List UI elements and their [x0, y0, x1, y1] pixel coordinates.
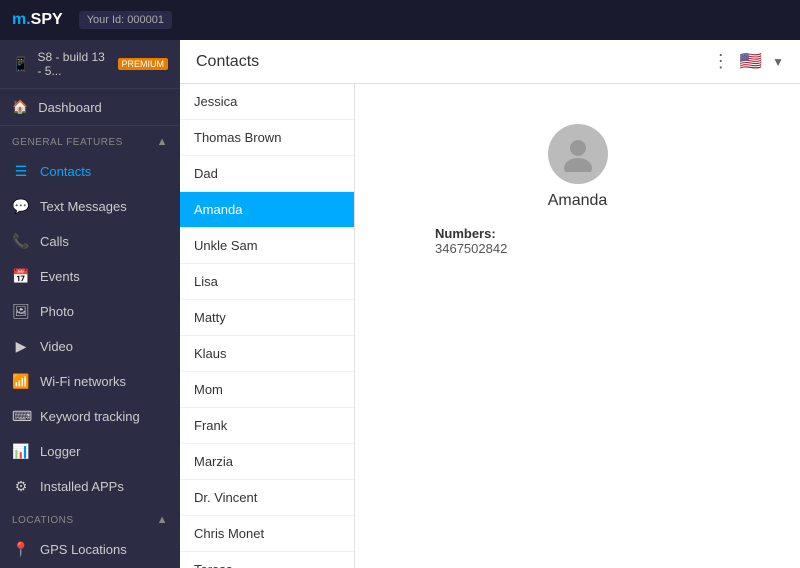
- contact-item[interactable]: Thomas Brown: [180, 120, 354, 156]
- locations-label: LOCATIONS: [12, 515, 74, 526]
- events-icon: 📅: [12, 268, 30, 285]
- contact-item[interactable]: Lisa: [180, 264, 354, 300]
- contacts-list: Jessica Thomas Brown Dad Amanda Unkle Sa…: [180, 84, 355, 568]
- content-area: Contacts ⋮ 🇺🇸 ▼ Jessica Thomas Brown Dad…: [180, 40, 800, 568]
- contact-item[interactable]: Dr. Vincent: [180, 480, 354, 516]
- contact-item[interactable]: Frank: [180, 408, 354, 444]
- device-icon: 📱: [12, 56, 29, 73]
- locations-header: LOCATIONS ▲: [0, 504, 180, 532]
- sidebar-item-events[interactable]: 📅 Events: [0, 259, 180, 294]
- sidebar-item-wifi[interactable]: 📶 Wi-Fi networks: [0, 364, 180, 399]
- calls-label: Calls: [40, 234, 69, 249]
- logger-label: Logger: [40, 444, 80, 459]
- video-icon: ▶: [12, 338, 30, 355]
- contact-item[interactable]: Chris Monet: [180, 516, 354, 552]
- person-icon: [560, 136, 596, 172]
- contact-item-selected[interactable]: Amanda: [180, 192, 354, 228]
- gps-label: GPS Locations: [40, 542, 127, 557]
- sidebar-item-keyword-tracking[interactable]: ⌨ Keyword tracking: [0, 399, 180, 434]
- calls-icon: 📞: [12, 233, 30, 250]
- contacts-icon: ☰: [12, 163, 30, 180]
- logger-icon: 📊: [12, 443, 30, 460]
- sidebar-item-calls[interactable]: 📞 Calls: [0, 224, 180, 259]
- user-id: Your Id: 000001: [79, 11, 172, 29]
- logo-m: m.: [12, 11, 31, 28]
- general-features-chevron: ▲: [157, 136, 168, 148]
- contact-item[interactable]: Matty: [180, 300, 354, 336]
- installed-apps-label: Installed APPs: [40, 479, 124, 494]
- contact-item[interactable]: Jessica: [180, 84, 354, 120]
- events-label: Events: [40, 269, 80, 284]
- sidebar-item-contacts[interactable]: ☰ Contacts: [0, 154, 180, 189]
- device-info: 📱 S8 - build 13 - 5... PREMIUM: [0, 40, 180, 89]
- topbar: m.SPY Your Id: 000001: [0, 0, 800, 40]
- keyword-label: Keyword tracking: [40, 409, 140, 424]
- contact-detail: Amanda Numbers: 3467502842: [355, 84, 800, 568]
- wifi-label: Wi-Fi networks: [40, 374, 126, 389]
- locations-chevron: ▲: [157, 514, 168, 526]
- sidebar-items-locations: 📍 GPS Locations 🔒 Geo Fencing: [0, 532, 180, 568]
- general-features-header: GENERAL FEATURES ▲: [0, 126, 180, 154]
- contact-item[interactable]: Klaus: [180, 336, 354, 372]
- contacts-layout: Jessica Thomas Brown Dad Amanda Unkle Sa…: [180, 84, 800, 568]
- content-header: Contacts ⋮ 🇺🇸 ▼: [180, 40, 800, 84]
- contact-item[interactable]: Dad: [180, 156, 354, 192]
- numbers-label: Numbers:: [435, 226, 496, 241]
- logo-spy: SPY: [31, 11, 63, 28]
- sidebar: 📱 S8 - build 13 - 5... PREMIUM 🏠 Dashboa…: [0, 40, 180, 568]
- contact-item[interactable]: Unkle Sam: [180, 228, 354, 264]
- wifi-icon: 📶: [12, 373, 30, 390]
- more-options-icon[interactable]: ⋮: [712, 51, 730, 72]
- device-name: S8 - build 13 - 5...: [37, 50, 105, 78]
- flag-icon: 🇺🇸: [740, 51, 762, 72]
- sidebar-item-photo[interactable]: 🖼 Photo: [0, 294, 180, 329]
- contact-detail-name: Amanda: [548, 192, 608, 210]
- home-icon: 🏠: [12, 99, 28, 115]
- contact-item[interactable]: Marzia: [180, 444, 354, 480]
- contacts-label: Contacts: [40, 164, 91, 179]
- text-messages-label: Text Messages: [40, 199, 127, 214]
- dashboard-label: Dashboard: [38, 100, 102, 115]
- sidebar-item-installed-apps[interactable]: ⚙ Installed APPs: [0, 469, 180, 504]
- contact-number: 3467502842: [435, 241, 507, 256]
- sidebar-items-general: ☰ Contacts 💬 Text Messages 📞 Calls 📅 Eve…: [0, 154, 180, 504]
- photo-icon: 🖼: [12, 303, 30, 320]
- gps-icon: 📍: [12, 541, 30, 558]
- sidebar-item-video[interactable]: ▶ Video: [0, 329, 180, 364]
- contact-item[interactable]: Mom: [180, 372, 354, 408]
- page-title: Contacts: [196, 53, 259, 71]
- keyword-icon: ⌨: [12, 408, 30, 425]
- video-label: Video: [40, 339, 73, 354]
- main-layout: 📱 S8 - build 13 - 5... PREMIUM 🏠 Dashboa…: [0, 40, 800, 568]
- contact-item[interactable]: Teresa: [180, 552, 354, 568]
- apps-icon: ⚙: [12, 478, 30, 495]
- premium-badge: PREMIUM: [118, 58, 169, 70]
- avatar: [548, 124, 608, 184]
- text-messages-icon: 💬: [12, 198, 30, 215]
- photo-label: Photo: [40, 304, 74, 319]
- general-features-label: GENERAL FEATURES: [12, 137, 123, 148]
- sidebar-item-text-messages[interactable]: 💬 Text Messages: [0, 189, 180, 224]
- logo: m.SPY: [12, 11, 63, 29]
- dashboard-item[interactable]: 🏠 Dashboard: [0, 89, 180, 126]
- sidebar-item-gps[interactable]: 📍 GPS Locations: [0, 532, 180, 567]
- dropdown-chevron-icon[interactable]: ▼: [772, 55, 784, 69]
- sidebar-item-logger[interactable]: 📊 Logger: [0, 434, 180, 469]
- header-actions: ⋮ 🇺🇸 ▼: [712, 51, 784, 72]
